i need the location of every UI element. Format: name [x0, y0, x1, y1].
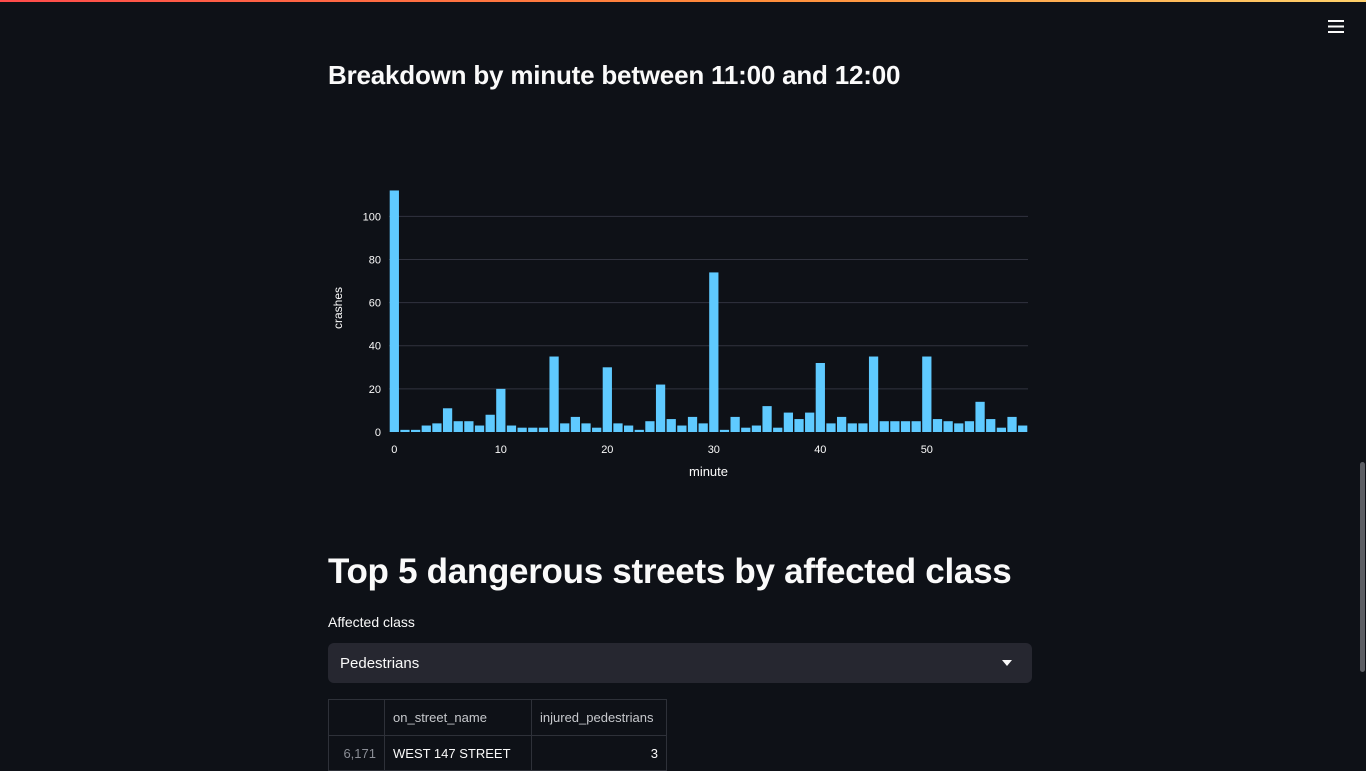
bar — [634, 429, 644, 432]
bar — [517, 427, 527, 432]
table-row: 6,171 WEST 147 STREET 3 — [328, 735, 667, 771]
bar — [879, 421, 889, 432]
main-menu-button[interactable] — [1322, 14, 1350, 38]
bar — [858, 423, 868, 432]
bar — [751, 425, 762, 432]
dangerous-streets-title: Top 5 dangerous streets by affected clas… — [328, 552, 1012, 591]
bar — [442, 408, 453, 432]
bar — [677, 425, 687, 432]
y-tick-label: 0 — [375, 427, 381, 439]
hamburger-menu-icon — [1328, 19, 1344, 33]
bar — [815, 362, 825, 432]
bar — [506, 425, 517, 432]
bar — [485, 414, 495, 432]
affected-class-label: Affected class — [328, 614, 415, 630]
x-tick-label: 20 — [601, 444, 613, 456]
bar — [560, 423, 570, 432]
bar — [826, 423, 836, 432]
y-tick-label: 100 — [363, 211, 381, 223]
bar — [389, 190, 399, 432]
bar — [1007, 416, 1017, 432]
bar — [762, 406, 772, 432]
page-scrollbar[interactable] — [1360, 462, 1365, 672]
bar — [922, 356, 932, 432]
bar — [613, 423, 623, 432]
bar — [432, 423, 442, 432]
bar — [975, 401, 985, 432]
bar — [666, 419, 676, 432]
bar — [964, 421, 975, 432]
bar — [719, 429, 730, 432]
y-tick-label: 60 — [369, 298, 381, 310]
bar — [943, 421, 953, 432]
x-tick-label: 40 — [814, 444, 826, 456]
minute-bar-chart: 0 20 40 60 80 100 0 10 20 30 40 50 minute crashes — [331, 190, 1028, 479]
bar — [474, 425, 485, 432]
y-tick-label: 40 — [369, 341, 381, 353]
bar — [986, 419, 996, 432]
bar — [496, 388, 506, 432]
table-header-row: on_street_name injured_pedestrians — [328, 699, 667, 736]
x-tick-label: 50 — [921, 444, 933, 456]
bar — [805, 412, 815, 432]
affected-class-select[interactable]: Pedestrians — [328, 643, 1032, 683]
bar — [411, 429, 421, 432]
bar — [773, 427, 783, 432]
x-tick-label: 30 — [708, 444, 720, 456]
bar — [783, 412, 793, 432]
minute-breakdown-title: Breakdown by minute between 11:00 and 12… — [328, 60, 901, 90]
affected-class-selected-value: Pedestrians — [340, 654, 420, 672]
bar — [687, 416, 698, 432]
bar — [932, 419, 943, 432]
bar — [996, 427, 1006, 432]
bar — [602, 367, 612, 432]
bar — [538, 427, 549, 432]
row-index-cell: 6,171 — [328, 735, 385, 771]
x-axis-title: minute — [689, 464, 728, 479]
bar — [709, 272, 719, 432]
bar — [911, 421, 921, 432]
on-street-name-column-header[interactable]: on_street_name — [384, 699, 532, 736]
street-name-cell: WEST 147 STREET — [384, 735, 532, 771]
bar — [1018, 425, 1028, 432]
bar — [868, 356, 879, 432]
bar — [400, 429, 410, 432]
injured-pedestrians-column-header[interactable]: injured_pedestrians — [531, 699, 667, 736]
bar — [847, 423, 857, 432]
bar — [528, 427, 538, 432]
bar — [549, 356, 559, 432]
y-axis-title: crashes — [331, 287, 345, 329]
bar — [421, 425, 431, 432]
bar — [464, 421, 474, 432]
bar — [624, 425, 634, 432]
injured-pedestrians-cell: 3 — [531, 735, 667, 771]
x-tick-label: 0 — [391, 444, 397, 456]
bar — [900, 421, 911, 432]
streets-table: on_street_name injured_pedestrians 6,171… — [328, 699, 667, 771]
bar — [794, 419, 804, 432]
bar — [453, 421, 463, 432]
bar — [570, 416, 580, 432]
y-tick-label: 80 — [369, 254, 381, 266]
top-decoration-bar — [0, 0, 1366, 2]
bar — [741, 427, 751, 432]
bar — [581, 423, 591, 432]
y-tick-label: 20 — [369, 384, 381, 396]
index-column-header[interactable] — [328, 699, 385, 736]
bar — [645, 421, 655, 432]
chevron-down-icon — [1002, 660, 1012, 666]
bar — [890, 421, 900, 432]
x-tick-label: 10 — [495, 444, 507, 456]
bar — [837, 416, 847, 432]
bar — [655, 384, 666, 432]
bar — [954, 423, 964, 432]
bar — [698, 423, 708, 432]
bar — [730, 416, 740, 432]
bar — [592, 427, 602, 432]
